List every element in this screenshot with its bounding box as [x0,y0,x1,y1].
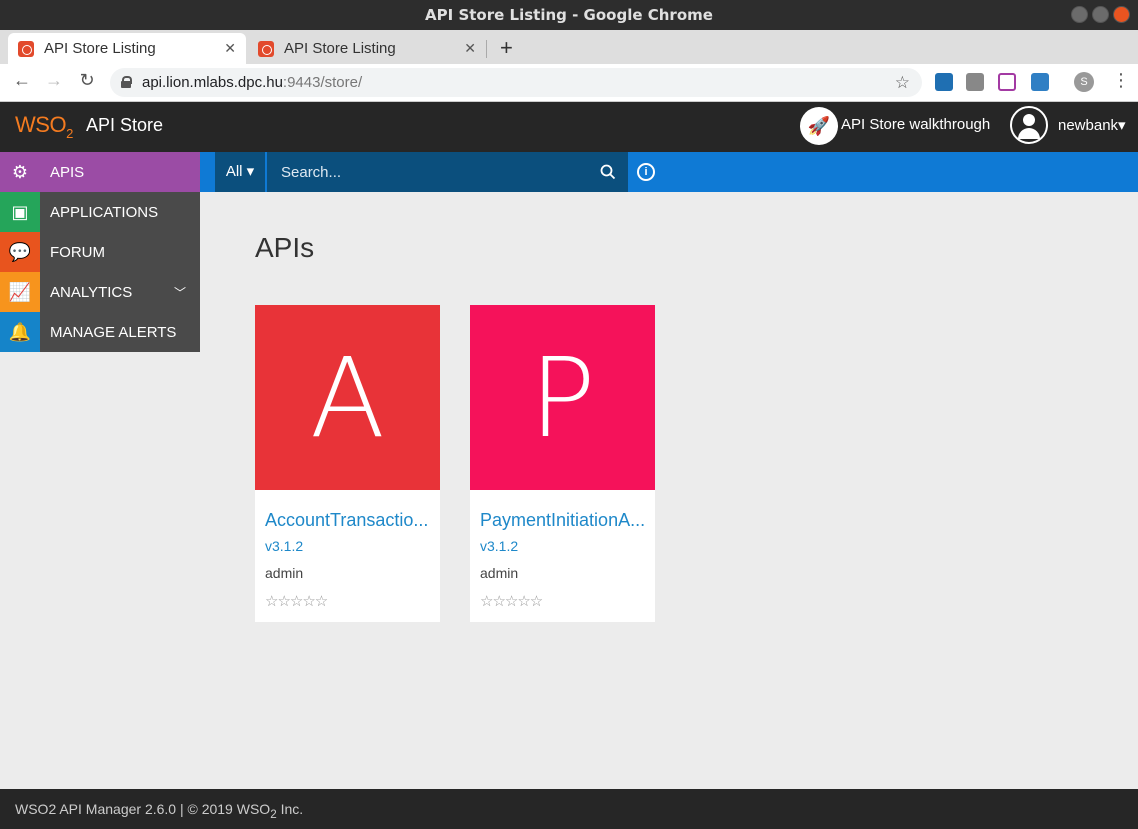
chevron-down-icon[interactable]: ﹀ [174,284,200,301]
sidebar-item-manage-alerts[interactable]: 🔔 MANAGE ALERTS [0,312,200,352]
footer-text-end: Inc. [276,801,304,817]
sidebar-item-applications[interactable]: ▣ APPLICATIONS [0,192,200,232]
star-rating[interactable]: ☆☆☆☆☆ [480,592,543,610]
api-owner: admin [265,565,304,581]
api-card[interactable]: P PaymentInitiationA... v3.1.2 admin ☆☆☆… [470,305,655,622]
user-avatar-icon[interactable] [1010,106,1048,144]
wso2-favicon-icon [258,40,274,57]
tab-separator [486,40,487,58]
wso2-favicon-icon [18,40,34,57]
url-host: api.lion.mlabs.dpc.hu [142,74,283,91]
window-title: API Store Listing - Google Chrome [425,6,713,24]
api-version[interactable]: v3.1.2 [265,538,303,554]
lock-icon [121,76,132,88]
window-controls [1071,6,1130,23]
sidebar-item-analytics[interactable]: 📈 ANALYTICS ﹀ [0,272,200,312]
tab-strip: API Store Listing ✕ API Store Listing ✕ [0,30,1138,64]
api-name-link[interactable]: AccountTransactio... [265,510,433,531]
maximize-button[interactable] [1092,6,1109,23]
page-footer: WSO2 API Manager 2.6.0 | © 2019 WSO2 Inc… [0,789,1138,829]
user-menu[interactable]: newbank▾ [1058,116,1126,134]
bookmark-star-icon[interactable]: ☆ [895,68,910,97]
api-card[interactable]: A AccountTransactio... v3.1.2 admin ☆☆☆☆… [255,305,440,622]
tab-title: API Store Listing [44,40,156,57]
walkthrough-link[interactable]: API Store walkthrough [841,116,990,133]
forward-arrow-icon[interactable]: → [42,70,66,91]
search-icon[interactable] [600,164,616,180]
search-filter-dropdown[interactable]: All ▾ [215,152,267,192]
page-title: APIs [255,232,315,263]
api-version[interactable]: v3.1.2 [480,538,518,554]
minimize-button[interactable] [1071,6,1088,23]
sidebar-item-label: MANAGE ALERTS [50,323,177,341]
back-arrow-icon[interactable]: ← [10,70,34,91]
extension-icon[interactable] [998,73,1016,91]
sidebar-nav: ⚙ APIS ▣ APPLICATIONS 💬 FORUM 📈 ANALYTIC… [0,152,200,352]
address-bar[interactable]: api.lion.mlabs.dpc.hu:9443/store/ ☆ [110,68,922,97]
logo-subscript: 2 [66,126,73,141]
api-gear-icon: ⚙ [0,152,40,192]
tab-title: API Store Listing [284,40,396,57]
caret-down-icon: ▾ [246,163,255,180]
analytics-icon: 📈 [0,272,40,312]
api-owner: admin [480,565,519,581]
browser-toolbar: ← → ↻ api.lion.mlabs.dpc.hu:9443/store/ … [0,64,1138,102]
caret-down-icon: ▾ [1118,117,1126,134]
username-label: newbank [1058,117,1119,134]
search-input[interactable] [269,152,589,192]
extension-icon[interactable] [935,73,953,91]
sidebar-item-forum[interactable]: 💬 FORUM [0,232,200,272]
sidebar-item-label: ANALYTICS [50,283,133,301]
search-bar: All ▾ i [200,152,1138,192]
api-thumbnail[interactable]: A [255,305,440,490]
wso2-logo[interactable]: WSO2 [15,112,73,141]
footer-brand: WSO2 [236,801,277,821]
window-titlebar: API Store Listing - Google Chrome [0,0,1138,30]
search-container: All ▾ [215,152,628,192]
browser-tab-active[interactable]: API Store Listing ✕ [8,33,246,64]
sidebar-item-label: FORUM [50,243,105,261]
extension-icon[interactable] [966,73,984,91]
applications-icon: ▣ [0,192,40,232]
extension-icon[interactable] [1031,73,1049,91]
bell-icon: 🔔 [0,312,40,352]
sidebar-item-label: APPLICATIONS [50,203,159,221]
footer-brand-text: WSO [236,801,271,817]
rocket-icon[interactable]: 🚀 [800,107,838,145]
sidebar-item-label: APIS [50,163,85,181]
profile-avatar[interactable]: S [1074,72,1094,92]
forum-icon: 💬 [0,232,40,272]
api-name-link[interactable]: PaymentInitiationA... [480,510,648,531]
new-tab-button[interactable]: + [500,35,513,61]
star-rating[interactable]: ☆☆☆☆☆ [265,592,328,610]
app-name[interactable]: API Store [86,115,163,136]
browser-tab[interactable]: API Store Listing ✕ [248,33,486,64]
api-thumbnail[interactable]: P [470,305,655,490]
logo-text: WSO [15,112,67,137]
app-header: WSO2 API Store 🚀 API Store walkthrough n… [0,102,1138,152]
browser-menu-icon[interactable]: ⋮ [1112,70,1130,91]
info-icon[interactable]: i [637,163,655,181]
reload-icon[interactable]: ↻ [75,70,99,91]
tab-close-icon[interactable]: ✕ [224,40,236,57]
sidebar-item-apis[interactable]: ⚙ APIS [0,152,200,192]
footer-text: WSO2 API Manager 2.6.0 | © 2019 [15,801,237,817]
close-window-button[interactable] [1113,6,1130,23]
url-path: :9443/store/ [282,74,363,91]
tab-close-icon[interactable]: ✕ [464,40,476,57]
filter-label: All [225,163,243,180]
